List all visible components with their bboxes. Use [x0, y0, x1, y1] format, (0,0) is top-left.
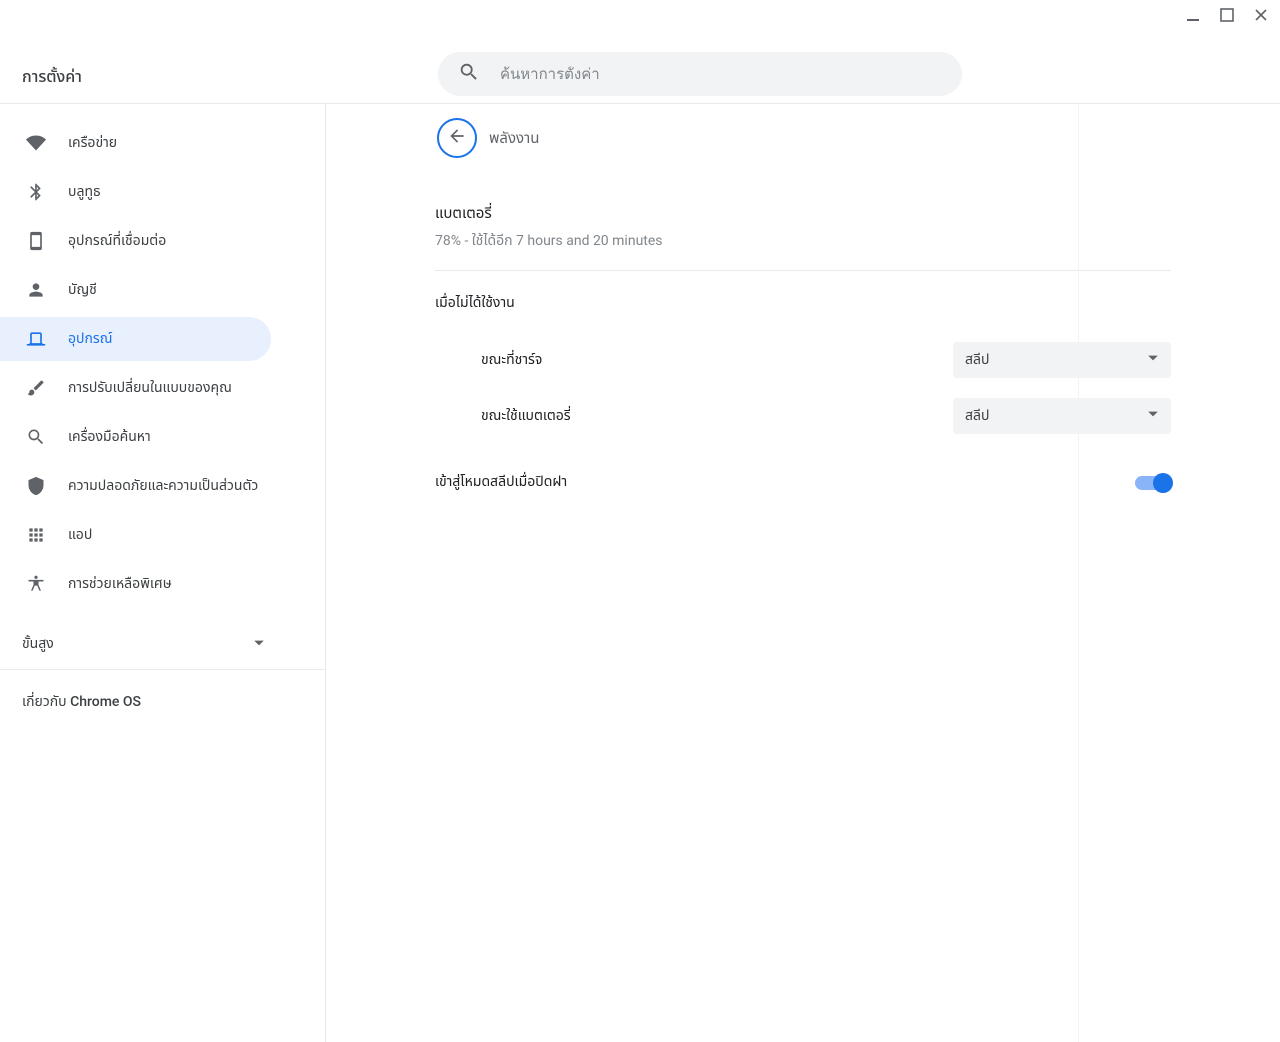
sidebar-item-label: การช่วยเหลือพิเศษ [68, 574, 172, 595]
while-charging-row: ขณะที่ชาร์จ สลีป [435, 332, 1171, 388]
battery-section: แบตเตอรี่ 78% - ใช้ได้อีก 7 hours and 20… [435, 202, 1171, 271]
search-box[interactable] [438, 52, 962, 96]
while-charging-label: ขณะที่ชาร์จ [481, 350, 542, 371]
sidebar-item-label: การปรับเปลี่ยนในแบบของคุณ [68, 378, 232, 399]
lid-sleep-label: เข้าสู่โหมดสลีปเมื่อปิดฝา [435, 472, 567, 493]
about-product: Chrome OS [70, 694, 141, 710]
header: การตั้งค่า [0, 0, 1280, 104]
subpage-title: พลังงาน [489, 127, 539, 150]
idle-heading: เมื่อไม่ได้ใช้งาน [435, 293, 1171, 314]
sidebar-item-label: เครื่องมือค้นหา [68, 427, 151, 448]
while-charging-select[interactable]: สลีป [953, 342, 1171, 378]
idle-section: เมื่อไม่ได้ใช้งาน ขณะที่ชาร์จ สลีป ขณะใช… [435, 271, 1171, 503]
sidebar-item-network[interactable]: เครือข่าย [0, 121, 271, 165]
on-battery-value: สลีป [965, 406, 989, 427]
on-battery-row: ขณะใช้แบตเตอรี่ สลีป [435, 388, 1171, 444]
apps-icon [26, 525, 46, 545]
advanced-expander[interactable]: ขั้นสูง [0, 620, 325, 670]
search-icon [458, 61, 480, 87]
dropdown-icon [1147, 408, 1159, 424]
sidebar-item-account[interactable]: บัญชี [0, 268, 271, 312]
on-battery-label: ขณะใช้แบตเตอรี่ [481, 406, 571, 427]
magnifier-icon [26, 427, 46, 447]
dropdown-icon [1147, 352, 1159, 368]
lid-sleep-toggle[interactable] [1135, 476, 1171, 490]
shield-icon [26, 476, 46, 496]
while-charging-value: สลีป [965, 350, 989, 371]
sidebar-item-security[interactable]: ความปลอดภัยและความเป็นส่วนตัว [0, 464, 271, 508]
main-region: พลังงาน แบตเตอรี่ 78% - ใช้ได้อีก 7 hour… [326, 104, 1280, 1042]
sidebar-item-bluetooth[interactable]: บลูทูธ [0, 170, 271, 214]
brush-icon [26, 378, 46, 398]
battery-heading: แบตเตอรี่ [435, 202, 1171, 231]
arrow-left-icon [447, 126, 467, 150]
about-link[interactable]: เกี่ยวกับ Chrome OS [0, 670, 325, 735]
chevron-down-icon [253, 637, 265, 653]
sidebar-item-apps[interactable]: แอป [0, 513, 271, 557]
sidebar: เครือข่าย บลูทูธ อุปกรณ์ที่เชื่อมต่อ บัญ… [0, 104, 326, 1042]
toggle-knob [1153, 473, 1173, 493]
sidebar-item-label: เครือข่าย [68, 133, 117, 154]
sidebar-item-device[interactable]: อุปกรณ์ [0, 317, 271, 361]
phone-icon [26, 231, 46, 251]
wifi-icon [26, 133, 46, 153]
laptop-icon [26, 329, 46, 349]
sidebar-item-label: บัญชี [68, 280, 97, 301]
accessibility-icon [26, 574, 46, 594]
sidebar-item-connected-devices[interactable]: อุปกรณ์ที่เชื่อมต่อ [0, 219, 271, 263]
search-input[interactable] [500, 66, 942, 83]
sidebar-item-label: แอป [68, 525, 92, 546]
on-battery-select[interactable]: สลีป [953, 398, 1171, 434]
power-panel: พลังงาน แบตเตอรี่ 78% - ใช้ได้อีก 7 hour… [435, 114, 1171, 1042]
sidebar-item-search-engine[interactable]: เครื่องมือค้นหา [0, 415, 271, 459]
about-prefix: เกี่ยวกับ [22, 694, 70, 710]
sidebar-item-label: อุปกรณ์ที่เชื่อมต่อ [68, 231, 166, 252]
lid-sleep-row: เข้าสู่โหมดสลีปเมื่อปิดฝา [435, 444, 1171, 503]
sidebar-item-label: อุปกรณ์ [68, 329, 112, 350]
sidebar-item-label: บลูทูธ [68, 182, 101, 203]
sidebar-item-personalization[interactable]: การปรับเปลี่ยนในแบบของคุณ [0, 366, 271, 410]
back-row: พลังงาน [435, 118, 1171, 158]
sidebar-item-accessibility[interactable]: การช่วยเหลือพิเศษ [0, 562, 271, 606]
advanced-label: ขั้นสูง [22, 634, 54, 655]
back-button[interactable] [437, 118, 477, 158]
battery-status: 78% - ใช้ได้อีก 7 hours and 20 minutes [435, 231, 1171, 252]
bluetooth-icon [26, 182, 46, 202]
person-icon [26, 280, 46, 300]
page-title: การตั้งค่า [22, 66, 82, 90]
sidebar-item-label: ความปลอดภัยและความเป็นส่วนตัว [68, 476, 258, 497]
